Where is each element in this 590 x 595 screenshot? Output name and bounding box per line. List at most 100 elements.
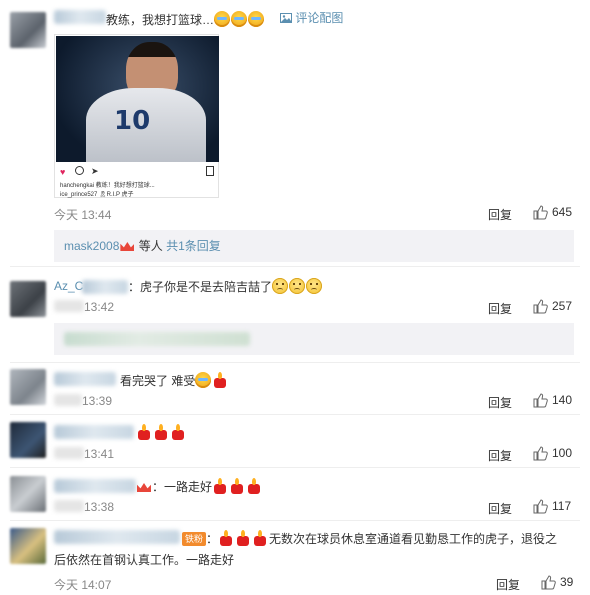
reply-button[interactable]: 回复: [488, 300, 512, 317]
comment-body: 看完哭了 难受: [120, 374, 196, 388]
player-photo: 10: [56, 36, 219, 162]
divider: [10, 362, 580, 363]
crying-emoji: [195, 372, 212, 388]
comment-time: 今天 13:44: [54, 208, 112, 222]
divider: [10, 414, 580, 415]
crown-icon: [119, 238, 135, 252]
comment-image-card[interactable]: 10 ♥ ➤ hanchengkai 教练！我好想打篮球... ice_prin…: [54, 34, 219, 198]
thumbs-up-icon: [533, 205, 548, 220]
comment-body: ：一路走好: [152, 480, 213, 494]
candle-emoji: [170, 424, 186, 440]
pic-link-label: 评论配图: [295, 11, 344, 25]
sad-emoji: [272, 278, 289, 294]
thumbs-up-icon: [533, 446, 548, 461]
crying-emoji: [248, 11, 265, 27]
candle-emoji: [136, 424, 152, 440]
date-blurred: [54, 447, 84, 459]
thumbs-up-icon: [541, 575, 556, 590]
comment-body: ：虎子你是不是去陪吉喆了: [128, 280, 273, 294]
like-button[interactable]: 645: [532, 204, 572, 220]
comment-time: 今天 14:07: [54, 578, 112, 592]
sub-reply-blurred: [64, 332, 250, 346]
divider: [10, 467, 580, 468]
candle-emoji: [218, 530, 234, 546]
avatar[interactable]: [10, 369, 46, 405]
like-button[interactable]: 257: [532, 298, 572, 314]
comment-text: 教练，我想打篮球… 评论配图: [106, 10, 343, 28]
date-blurred: [54, 394, 82, 406]
comment-body: 无数次在球员休息室通道看见勤恳工作的虎子，退役之: [269, 532, 558, 546]
like-count: 100: [552, 446, 573, 460]
like-count: 140: [552, 393, 573, 407]
like-count: 257: [552, 299, 573, 313]
sad-emoji: [306, 278, 323, 294]
comment-picture-link[interactable]: 评论配图: [280, 10, 343, 26]
like-button[interactable]: 100: [532, 445, 572, 461]
username-blurred: [82, 280, 128, 294]
sub-reply-text: 等人: [138, 239, 163, 253]
share-icon: ➤: [91, 166, 99, 176]
username[interactable]: [54, 425, 134, 439]
thumbs-up-icon: [533, 499, 548, 514]
like-count: 645: [552, 205, 573, 219]
jersey-number: 10: [114, 106, 151, 136]
candle-emoji: [212, 478, 228, 494]
avatar[interactable]: [10, 528, 46, 564]
comment-time: 13:41: [84, 447, 115, 461]
divider: [10, 520, 580, 521]
image-caption-2: ice_prince527 🎗R.I.P 虎子: [60, 192, 134, 198]
view-replies-link[interactable]: 共1条回复: [166, 239, 221, 253]
avatar[interactable]: [10, 422, 46, 458]
reply-button[interactable]: 回复: [496, 576, 520, 593]
comment-body-continued: 后依然在首钢认真工作。一路走好: [54, 553, 235, 567]
like-button[interactable]: 39: [540, 574, 573, 590]
bookmark-icon: [206, 166, 214, 176]
username[interactable]: [54, 530, 180, 544]
like-button[interactable]: 140: [532, 392, 572, 408]
comment-time: 13:39: [82, 394, 113, 408]
reply-button[interactable]: 回复: [488, 500, 512, 517]
sub-reply-user[interactable]: mask2008: [64, 239, 119, 253]
thumbs-up-icon: [533, 299, 548, 314]
reply-button[interactable]: 回复: [488, 394, 512, 411]
avatar[interactable]: [10, 476, 46, 512]
candle-emoji: [252, 530, 268, 546]
date-blurred: [54, 500, 84, 512]
comment-text: 铁粉：无数次在球员休息室通道看见勤恳工作的虎子，退役之: [182, 530, 557, 547]
crown-icon: [136, 479, 152, 493]
crying-emoji: [214, 11, 231, 27]
comment-text: [136, 424, 187, 441]
comment-bubble-icon: [75, 166, 84, 175]
avatar[interactable]: [10, 281, 46, 317]
comment-text: ：一路走好: [136, 478, 263, 495]
username[interactable]: [54, 372, 116, 386]
reply-button[interactable]: 回复: [488, 447, 512, 464]
comment-time: 13:38: [84, 500, 115, 514]
candle-emoji: [235, 530, 251, 546]
avatar[interactable]: [10, 12, 46, 48]
divider: [10, 266, 580, 267]
candle-emoji: [246, 478, 262, 494]
crying-emoji: [231, 11, 248, 27]
picture-icon: [280, 13, 293, 23]
username[interactable]: Az_C: [54, 279, 83, 293]
username[interactable]: [54, 479, 136, 493]
candle-emoji: [153, 424, 169, 440]
sub-replies-summary[interactable]: mask2008 等人 共1条回复: [64, 238, 221, 254]
sad-emoji: [289, 278, 306, 294]
comment-text: 看完哭了 难受: [120, 372, 229, 389]
comment-text: ：虎子你是不是去陪吉喆了: [128, 278, 323, 295]
like-button[interactable]: 117: [532, 498, 571, 514]
comment-time: 13:42: [84, 300, 115, 314]
date-blurred: [54, 300, 84, 312]
candle-emoji: [212, 372, 228, 388]
thumbs-up-icon: [533, 393, 548, 408]
candle-emoji: [229, 478, 245, 494]
reply-button[interactable]: 回复: [488, 206, 512, 223]
fans-badge: 铁粉: [182, 532, 207, 546]
like-count: 39: [560, 575, 574, 589]
username[interactable]: [54, 10, 106, 24]
heart-icon: ♥: [60, 167, 66, 177]
like-count: 117: [552, 499, 572, 513]
image-caption-1: hanchengkai 教练！我好想打篮球...: [60, 183, 155, 189]
